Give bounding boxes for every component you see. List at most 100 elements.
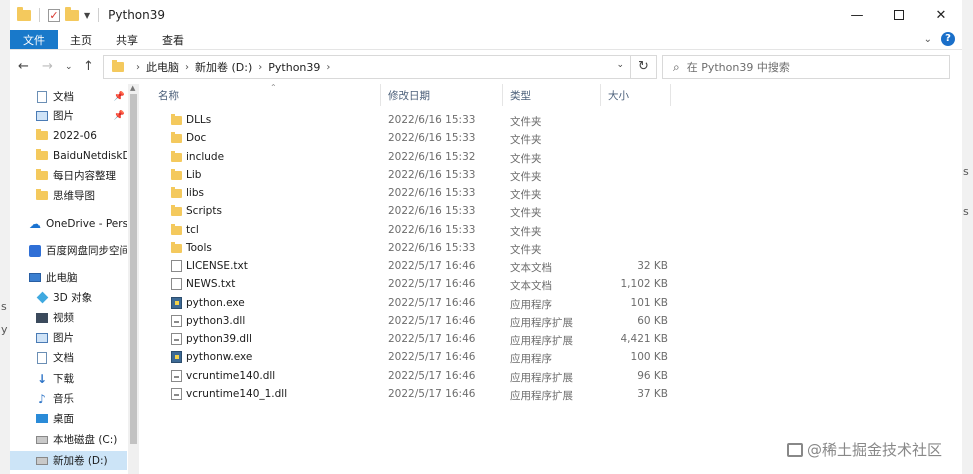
file-name: Tools (186, 241, 212, 254)
table-row[interactable]: Doc 2022/6/16 15:33 文件夹 (140, 129, 962, 147)
sidebar-item-music[interactable]: ♪ 音乐 (10, 389, 127, 408)
maximize-icon (894, 10, 904, 20)
file-type: 应用程序扩展 (510, 371, 573, 384)
file-date: 2022/6/16 15:33 (388, 114, 476, 126)
column-divider[interactable] (380, 84, 381, 106)
new-folder-icon[interactable] (65, 6, 79, 21)
scroll-up-icon[interactable]: ▲ (130, 84, 135, 92)
window-controls: — ✕ (836, 0, 962, 30)
minimize-button[interactable]: — (836, 0, 878, 30)
sidebar-item-drive-d[interactable]: 新加卷 (D:) (10, 451, 127, 470)
sidebar-scrollbar[interactable]: ▲ (128, 84, 139, 474)
table-row[interactable]: python3.dll 2022/5/17 16:46 应用程序扩展 60 KB (140, 312, 962, 330)
table-row[interactable]: vcruntime140.dll 2022/5/17 16:46 应用程序扩展 96 … (140, 367, 962, 385)
table-row[interactable]: LICENSE.txt 2022/5/17 16:46 文本文档 32 KB (140, 257, 962, 275)
sidebar-item-baidunetdisk[interactable]: BaiduNetdiskDo (10, 146, 127, 165)
sidebar-item-this-pc[interactable]: 此电脑 (10, 268, 127, 287)
file-name: DLLs (186, 114, 212, 126)
chevron-right-icon[interactable]: › (326, 62, 330, 73)
table-row[interactable]: Tools 2022/6/16 15:33 文件夹 (140, 239, 962, 257)
sidebar-item-drive-c[interactable]: 本地磁盘 (C:) (10, 430, 127, 449)
table-row[interactable]: DLLs 2022/6/16 15:33 文件夹 (140, 111, 962, 129)
pin-icon[interactable]: 📌 (114, 92, 125, 102)
back-arrow-icon[interactable]: ← (18, 59, 29, 74)
sidebar-item-documents[interactable]: 文档 📌 (10, 87, 127, 106)
folder-icon (171, 187, 182, 198)
column-divider[interactable] (600, 84, 601, 106)
title-bar: ✓ ▼ Python39 — ✕ (10, 0, 962, 30)
table-row[interactable]: tcl 2022/6/16 15:33 文件夹 (140, 221, 962, 239)
table-row[interactable]: include 2022/6/16 15:32 文件夹 (140, 148, 962, 166)
file-name: libs (186, 187, 204, 199)
sidebar-item-videos[interactable]: 视频 (10, 308, 127, 327)
breadcrumb-this-pc[interactable]: 此电脑 (146, 59, 179, 75)
table-row[interactable]: pythonw.exe 2022/5/17 16:46 应用程序 100 KB (140, 348, 962, 366)
folder-icon (171, 114, 182, 125)
column-divider[interactable] (502, 84, 503, 106)
table-row[interactable]: NEWS.txt 2022/5/17 16:46 文本文档 1,102 KB (140, 275, 962, 293)
tab-view[interactable]: 查看 (150, 30, 196, 49)
table-row[interactable]: Scripts 2022/6/16 15:33 文件夹 (140, 202, 962, 220)
sidebar-item-documents-pc[interactable]: 文档 (10, 348, 127, 367)
file-date: 2022/5/17 16:46 (388, 296, 476, 309)
table-row[interactable]: Lib 2022/6/16 15:33 文件夹 (140, 166, 962, 184)
file-size: 37 KB (637, 387, 668, 400)
sidebar-item-onedrive[interactable]: ☁ OneDrive - Perso (10, 214, 127, 233)
tab-file[interactable]: 文件 (10, 30, 58, 49)
table-row[interactable]: libs 2022/6/16 15:33 文件夹 (140, 184, 962, 202)
file-size: 60 KB (637, 314, 668, 327)
properties-icon[interactable]: ✓ (48, 8, 60, 22)
scrollbar-thumb[interactable] (130, 94, 137, 444)
sidebar-item-pictures-pc[interactable]: 图片 (10, 328, 127, 347)
help-icon[interactable]: ? (941, 32, 955, 46)
file-date: 2022/6/16 15:33 (388, 168, 476, 181)
folder-icon (171, 241, 182, 253)
forward-arrow-icon[interactable]: → (42, 59, 53, 74)
pin-icon[interactable]: 📌 (114, 111, 125, 121)
column-divider[interactable] (670, 84, 671, 106)
sidebar-item-downloads[interactable]: ↓ 下载 (10, 369, 127, 388)
file-name: Scripts (186, 205, 222, 218)
breadcrumb-python39[interactable]: Python39 (268, 61, 320, 74)
watermark-text: @稀土掘金技术社区 (806, 441, 942, 459)
sidebar-item-label: 图片 (53, 332, 74, 344)
tab-share[interactable]: 共享 (104, 30, 150, 49)
chevron-right-icon[interactable]: › (136, 62, 140, 73)
up-arrow-icon[interactable]: ↑ (83, 59, 94, 74)
pc-icon (29, 272, 41, 284)
breadcrumb-drive-d[interactable]: 新加卷 (D:) (195, 59, 252, 75)
sidebar-item-baidu-sync[interactable]: 百度网盘同步空间 (10, 241, 127, 260)
sidebar-item-daily-content[interactable]: 每日内容整理 (10, 166, 127, 185)
chevron-right-icon[interactable]: › (185, 62, 189, 73)
column-name[interactable]: 名称 (158, 88, 179, 103)
table-row[interactable]: python.exe 2022/5/17 16:46 应用程序 101 KB (140, 294, 962, 312)
recent-locations-icon[interactable]: ⌄ (65, 62, 73, 72)
chevron-right-icon[interactable]: › (258, 62, 262, 73)
close-button[interactable]: ✕ (920, 0, 962, 30)
address-bar[interactable]: › 此电脑 › 新加卷 (D:) › Python39 › ⌄ (103, 55, 631, 79)
baidu-icon (29, 244, 41, 257)
file-type: 应用程序扩展 (510, 316, 573, 329)
sidebar-item-3d-objects[interactable]: 3D 对象 (10, 288, 127, 307)
sidebar-item-desktop[interactable]: 桌面 (10, 409, 127, 428)
table-row[interactable]: vcruntime140_1.dll 2022/5/17 16:46 应用程序扩展 3… (140, 385, 962, 403)
expand-ribbon-icon[interactable]: ⌄ (924, 34, 932, 45)
customize-toolbar-icon[interactable]: ▼ (84, 11, 90, 20)
search-input[interactable]: ⌕ 在 Python39 中搜索 (662, 55, 950, 79)
column-type[interactable]: 类型 (510, 88, 531, 103)
toolbar-divider (98, 8, 100, 22)
table-row[interactable]: python39.dll 2022/5/17 16:46 应用程序扩展 4,421 K… (140, 330, 962, 348)
address-dropdown-icon[interactable]: ⌄ (616, 60, 624, 70)
maximize-button[interactable] (878, 0, 920, 30)
tab-home[interactable]: 主页 (58, 30, 104, 49)
refresh-button[interactable]: ↻ (631, 55, 657, 79)
dll-file-icon (171, 387, 182, 400)
file-type: 文本文档 (510, 262, 552, 274)
column-date[interactable]: 修改日期 (388, 88, 430, 103)
sidebar-item-2022-06[interactable]: 2022-06 (10, 126, 127, 145)
sidebar-item-mindmap[interactable]: 思维导图 (10, 186, 127, 205)
column-size[interactable]: 大小 (608, 88, 629, 103)
search-icon: ⌕ (673, 59, 680, 74)
sidebar-item-pictures[interactable]: 图片 📌 (10, 106, 127, 125)
right-background-strip: s s (962, 0, 973, 474)
